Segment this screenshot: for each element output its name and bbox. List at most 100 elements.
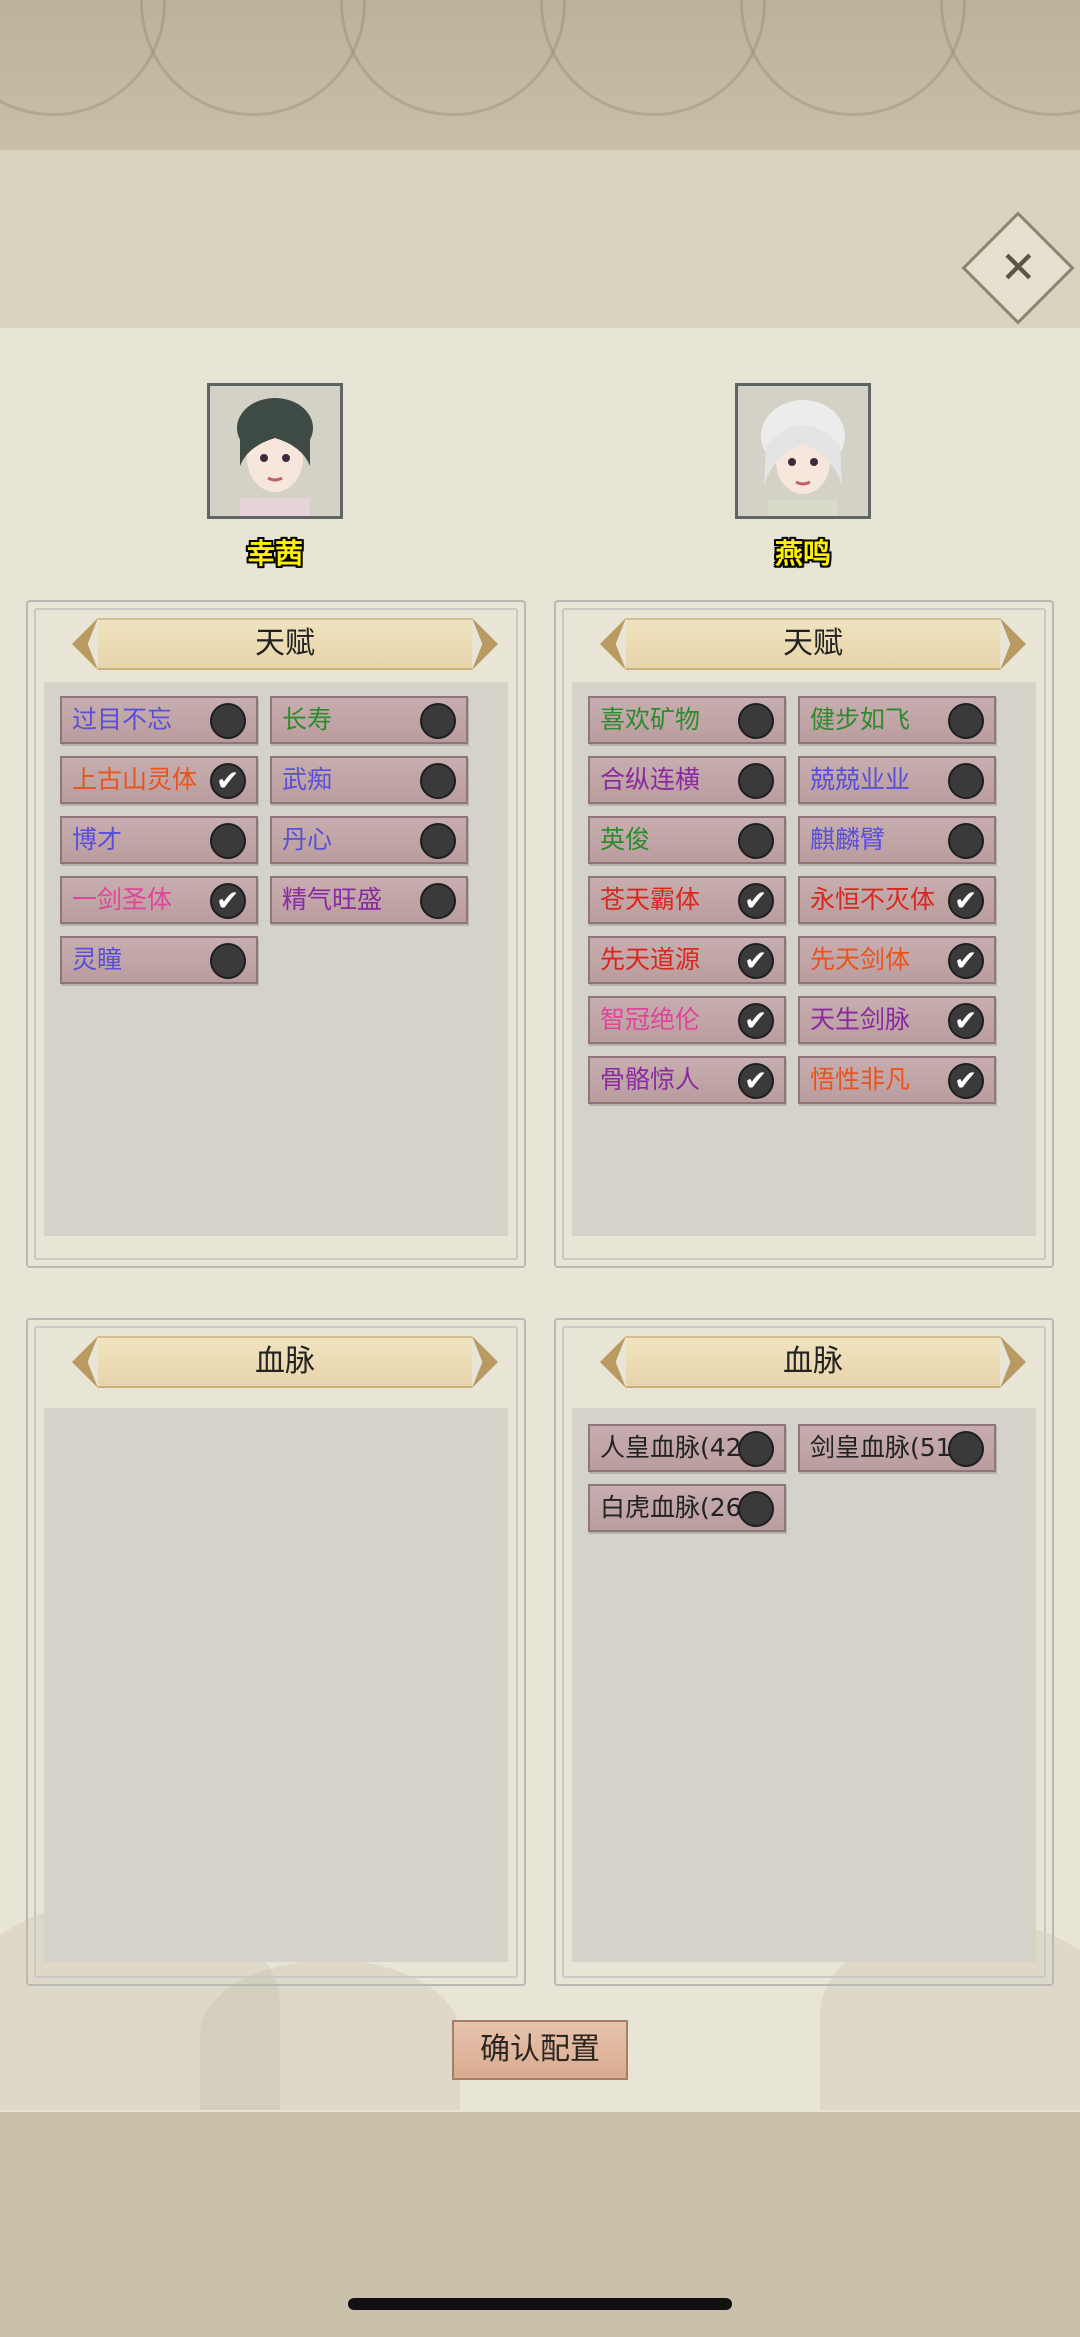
confirm-button[interactable]: 确认配置 [452, 2020, 628, 2080]
unchecked-icon[interactable] [420, 883, 456, 919]
left-talent-chip-label: 博才 [72, 825, 123, 854]
checkmark-icon[interactable] [738, 999, 774, 1042]
left-bloodline-header: 血脉 [72, 1336, 498, 1388]
close-icon: ✕ [999, 242, 1037, 293]
right-talent-chip[interactable]: 喜欢矿物 [588, 696, 786, 744]
avatar-left[interactable] [207, 383, 343, 519]
left-talent-chip[interactable]: 丹心 [270, 816, 468, 864]
right-talent-chip[interactable]: 骨骼惊人 [588, 1056, 786, 1104]
checkmark-icon[interactable] [210, 759, 246, 802]
checkmark-icon[interactable] [738, 939, 774, 982]
right-bloodline-chip[interactable]: 剑皇血脉(51) [798, 1424, 996, 1472]
right-talent-header: 天赋 [600, 618, 1026, 670]
checkmark-icon[interactable] [948, 879, 984, 922]
checkmark-icon[interactable] [738, 879, 774, 922]
right-talent-chip-label: 骨骼惊人 [600, 1065, 701, 1094]
left-talent-chip-label: 武痴 [282, 765, 333, 794]
right-talent-chip-label: 兢兢业业 [810, 765, 911, 794]
left-talent-chip[interactable]: 上古山灵体 [60, 756, 258, 804]
right-bloodline-title: 血脉 [783, 1344, 843, 1379]
right-bloodline-chip-label: 白虎血脉(26) [600, 1493, 752, 1522]
left-talent-prev-icon[interactable] [72, 618, 98, 670]
left-talent-chip[interactable]: 精气旺盛 [270, 876, 468, 924]
unchecked-icon[interactable] [210, 703, 246, 739]
character-name-right: 燕鸣 [774, 537, 831, 570]
right-bloodline-chip[interactable]: 人皇血脉(42) [588, 1424, 786, 1472]
right-talent-chip[interactable]: 永恒不灭体 [798, 876, 996, 924]
left-talent-chip[interactable]: 灵瞳 [60, 936, 258, 984]
left-talent-chip[interactable]: 过目不忘 [60, 696, 258, 744]
right-talent-chip[interactable]: 天生剑脉 [798, 996, 996, 1044]
right-talent-chip-label: 喜欢矿物 [600, 705, 701, 734]
left-talent-chip-label: 一剑圣体 [72, 885, 173, 914]
unchecked-icon[interactable] [210, 823, 246, 859]
right-bloodline-chip[interactable]: 白虎血脉(26) [588, 1484, 786, 1532]
right-talent-chip[interactable]: 兢兢业业 [798, 756, 996, 804]
right-bloodline-prev-icon[interactable] [600, 1336, 626, 1388]
right-bloodline-header: 血脉 [600, 1336, 1026, 1388]
right-bloodline-chip-label: 剑皇血脉(51) [810, 1433, 962, 1462]
right-talent-chip[interactable]: 悟性非凡 [798, 1056, 996, 1104]
left-bloodline-prev-icon[interactable] [72, 1336, 98, 1388]
unchecked-icon[interactable] [948, 1431, 984, 1467]
right-talent-chip-label: 麒麟臂 [810, 825, 886, 854]
right-bloodline-next-icon[interactable] [1000, 1336, 1026, 1388]
header-decoration [0, 0, 1080, 150]
checkmark-icon[interactable] [948, 1059, 984, 1102]
unchecked-icon[interactable] [738, 703, 774, 739]
unchecked-icon[interactable] [420, 763, 456, 799]
unchecked-icon[interactable] [210, 943, 246, 979]
unchecked-icon[interactable] [420, 823, 456, 859]
right-talent-chip[interactable]: 合纵连横 [588, 756, 786, 804]
checkmark-icon[interactable] [948, 939, 984, 982]
left-talent-chip[interactable]: 武痴 [270, 756, 468, 804]
left-bloodline-next-icon[interactable] [472, 1336, 498, 1388]
unchecked-icon[interactable] [948, 763, 984, 799]
right-talent-chip-label: 永恒不灭体 [810, 885, 936, 914]
checkmark-icon[interactable] [738, 1059, 774, 1102]
left-talent-chip-label: 上古山灵体 [72, 765, 198, 794]
right-bloodline-chip-label: 人皇血脉(42) [600, 1433, 752, 1462]
unchecked-icon[interactable] [738, 823, 774, 859]
right-talent-chip-label: 苍天霸体 [600, 885, 701, 914]
checkmark-icon[interactable] [948, 999, 984, 1042]
right-talent-chip-label: 智冠绝伦 [600, 1005, 701, 1034]
left-talent-chip[interactable]: 博才 [60, 816, 258, 864]
right-talent-chip[interactable]: 智冠绝伦 [588, 996, 786, 1044]
right-talent-chip-label: 健步如飞 [810, 705, 911, 734]
left-talent-chip-label: 长寿 [282, 705, 333, 734]
right-talent-chip-label: 合纵连横 [600, 765, 701, 794]
unchecked-icon[interactable] [948, 823, 984, 859]
right-talent-chip-label: 天生剑脉 [810, 1005, 911, 1034]
right-talent-chip[interactable]: 苍天霸体 [588, 876, 786, 924]
unchecked-icon[interactable] [738, 1431, 774, 1467]
avatar-right[interactable] [735, 383, 871, 519]
right-talent-chip-label: 悟性非凡 [810, 1065, 911, 1094]
right-talent-chip[interactable]: 先天道源 [588, 936, 786, 984]
right-talent-next-icon[interactable] [1000, 618, 1026, 670]
right-talent-chip[interactable]: 健步如飞 [798, 696, 996, 744]
unchecked-icon[interactable] [420, 703, 456, 739]
left-talent-chip[interactable]: 一剑圣体 [60, 876, 258, 924]
right-talent-chip-label: 先天剑体 [810, 945, 911, 974]
right-talent-prev-icon[interactable] [600, 618, 626, 670]
left-talent-chip-label: 灵瞳 [72, 945, 123, 974]
right-talent-chip-label: 先天道源 [600, 945, 701, 974]
left-talent-chip[interactable]: 长寿 [270, 696, 468, 744]
unchecked-icon[interactable] [738, 1491, 774, 1527]
left-talent-next-icon[interactable] [472, 618, 498, 670]
left-bloodline-panel: 血脉 [26, 1318, 526, 1986]
left-talent-title: 天赋 [255, 626, 315, 661]
unchecked-icon[interactable] [738, 763, 774, 799]
right-talent-chip[interactable]: 英俊 [588, 816, 786, 864]
home-indicator[interactable] [348, 2298, 732, 2310]
right-talent-chip[interactable]: 麒麟臂 [798, 816, 996, 864]
unchecked-icon[interactable] [948, 703, 984, 739]
checkmark-icon[interactable] [210, 879, 246, 922]
right-bloodline-panel: 血脉 [554, 1318, 1054, 1986]
left-talent-chip-label: 精气旺盛 [282, 885, 383, 914]
header-band [0, 150, 1080, 328]
right-talent-chip-label: 英俊 [600, 825, 651, 854]
character-name-left: 幸茜 [246, 537, 303, 570]
right-talent-chip[interactable]: 先天剑体 [798, 936, 996, 984]
